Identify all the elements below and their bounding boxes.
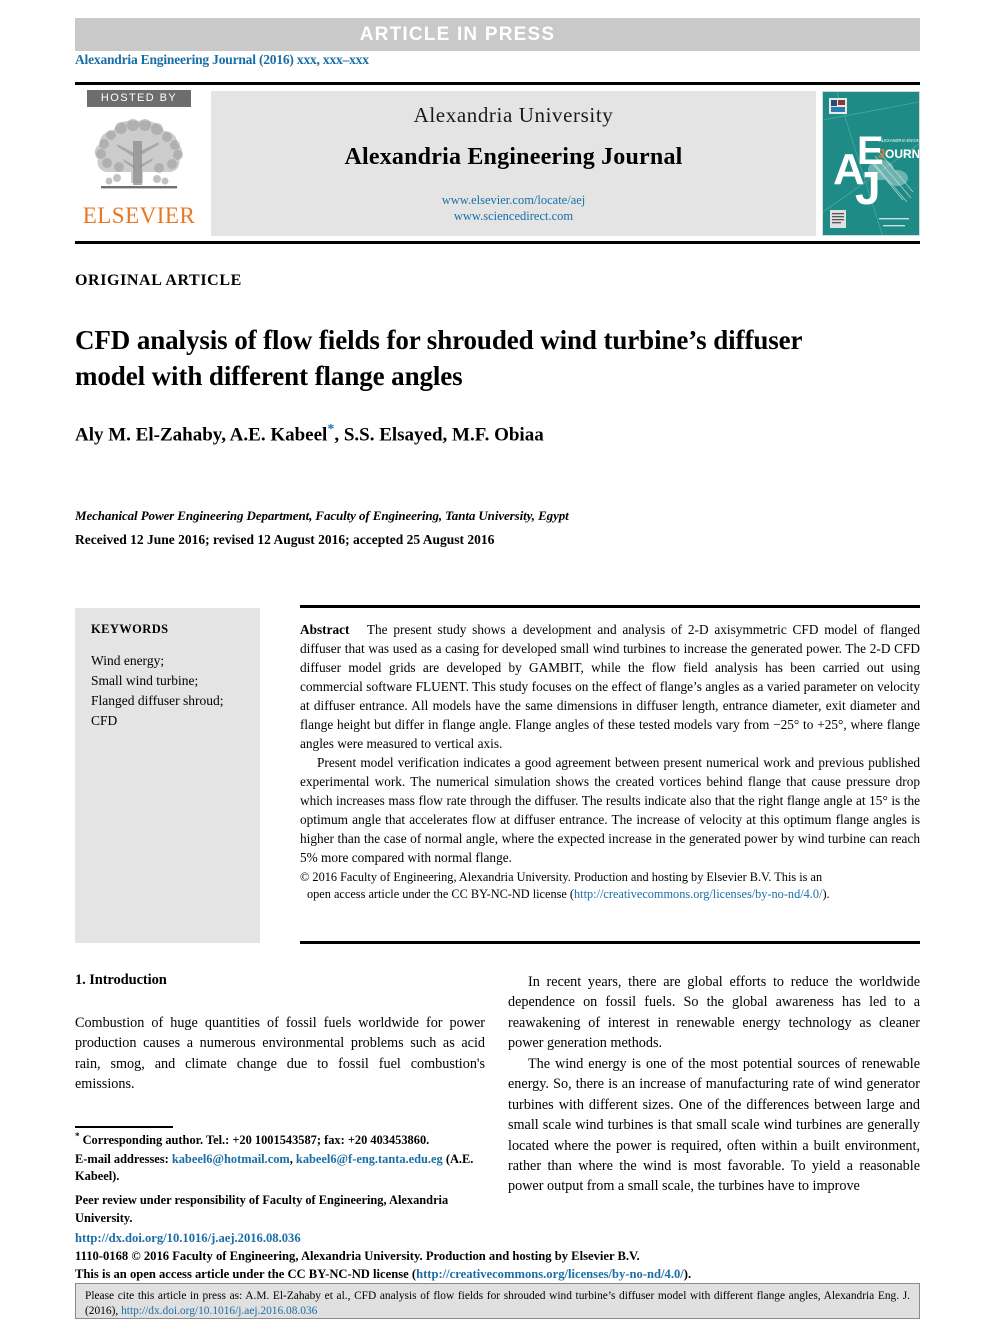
author-list: Aly M. El-Zahaby, A.E. Kabeel*, S.S. Els… bbox=[75, 422, 895, 446]
author-names-first: Aly M. El-Zahaby, A.E. Kabeel bbox=[75, 424, 328, 446]
cc-license-link[interactable]: http://creativecommons.org/licenses/by-n… bbox=[574, 887, 822, 901]
article-type-label: ORIGINAL ARTICLE bbox=[75, 272, 242, 289]
journal-masthead: HOSTED BY ELSEVIER Alexandria University… bbox=[75, 88, 920, 240]
article-in-press-banner: ARTICLE IN PRESS bbox=[75, 18, 920, 51]
masthead-bottom-rule bbox=[75, 241, 920, 244]
abstract-paragraph-1-text: The present study shows a development an… bbox=[300, 622, 920, 751]
intro-paragraph-right-2: The wind energy is one of the most poten… bbox=[508, 1055, 920, 1195]
abstract-copyright: © 2016 Faculty of Engineering, Alexandri… bbox=[300, 869, 920, 903]
elsevier-locate-link[interactable]: www.elsevier.com/locate/aej bbox=[442, 193, 586, 209]
email-link-secondary[interactable]: kabeel6@f-eng.tanta.edu.eg bbox=[296, 1152, 443, 1166]
email-addresses-label: E-mail addresses: bbox=[75, 1151, 169, 1166]
abstract-license-post: ). bbox=[822, 886, 830, 901]
footnote-emails: E-mail addresses: kabeel6@hotmail.com, k… bbox=[75, 1151, 487, 1186]
footnote-corresponding-author: * Corresponding author. Tel.: +20 100154… bbox=[75, 1130, 487, 1150]
issn-license-pre: This is an open access article under the… bbox=[75, 1266, 417, 1281]
issn-copyright-block: 1110-0168 © 2016 Faculty of Engineering,… bbox=[75, 1248, 875, 1284]
elsevier-wordmark: ELSEVIER bbox=[82, 203, 196, 228]
intro-paragraph-right-1: In recent years, there are global effort… bbox=[508, 974, 920, 1052]
abstract-top-rule bbox=[300, 605, 920, 608]
journal-links: www.elsevier.com/locate/aej www.scienced… bbox=[442, 193, 586, 224]
abstract-paragraph-2: Present model verification indicates a g… bbox=[300, 755, 920, 865]
author-names-rest: , S.S. Elsayed, M.F. Obiaa bbox=[334, 424, 544, 446]
abstract-bottom-rule bbox=[300, 941, 920, 944]
abstract-license-pre: open access article under the CC BY-NC-N… bbox=[307, 886, 575, 901]
hosted-by-label: HOSTED BY bbox=[87, 90, 191, 107]
journal-title-panel: Alexandria University Alexandria Enginee… bbox=[211, 91, 816, 236]
university-name: Alexandria University bbox=[413, 102, 614, 127]
elsevier-tree-icon bbox=[87, 111, 191, 202]
issn-license-line: This is an open access article under the… bbox=[75, 1266, 875, 1284]
intro-paragraph-left-1: Combustion of huge quantities of fossil … bbox=[75, 1015, 485, 1093]
abstract-paragraph-1: Abstract The present study shows a devel… bbox=[300, 620, 920, 753]
citation-doi-link[interactable]: http://dx.doi.org/10.1016/j.aej.2016.08.… bbox=[121, 1305, 317, 1317]
journal-cover-thumbnail: A E J ALEXANDRIA ENGINEERING J OURNAL bbox=[822, 91, 920, 236]
submission-dates: Received 12 June 2016; revised 12 August… bbox=[75, 532, 495, 547]
section-heading-introduction: 1. Introduction bbox=[75, 972, 167, 988]
body-column-right: In recent years, there are global effort… bbox=[508, 972, 920, 1197]
email-link-primary[interactable]: kabeel6@hotmail.com bbox=[172, 1152, 290, 1166]
footnote-asterisk: * bbox=[75, 1131, 80, 1141]
keywords-panel: KEYWORDS Wind energy; Small wind turbine… bbox=[75, 608, 260, 943]
abstract-copyright-line-1: © 2016 Faculty of Engineering, Alexandri… bbox=[300, 870, 823, 884]
keywords-heading: KEYWORDS bbox=[91, 622, 169, 636]
doi-link[interactable]: http://dx.doi.org/10.1016/j.aej.2016.08.… bbox=[75, 1231, 301, 1246]
keywords-list: Wind energy; Small wind turbine; Flanged… bbox=[91, 653, 224, 728]
footnote-peer-review: Peer review under responsibility of Facu… bbox=[75, 1192, 449, 1225]
journal-title: Alexandria Engineering Journal bbox=[344, 143, 683, 170]
svg-text:J: J bbox=[855, 162, 881, 214]
body-column-left: 1. Introduction Combustion of huge quant… bbox=[75, 972, 485, 1095]
issn-copyright-line-1: 1110-0168 © 2016 Faculty of Engineering,… bbox=[75, 1249, 640, 1263]
elsevier-logo-block: HOSTED BY ELSEVIER bbox=[75, 88, 203, 240]
article-in-press-label: ARTICLE IN PRESS bbox=[359, 23, 556, 45]
abstract-license-line: open access article under the CC BY-NC-N… bbox=[300, 886, 920, 903]
abstract-label: Abstract bbox=[300, 622, 350, 637]
journal-reference-line: Alexandria Engineering Journal (2016) xx… bbox=[75, 52, 369, 67]
masthead-top-rule bbox=[75, 82, 920, 85]
author-affiliation: Mechanical Power Engineering Department,… bbox=[75, 508, 569, 523]
svg-text:OURNAL: OURNAL bbox=[885, 147, 919, 161]
article-first-page: ARTICLE IN PRESS Alexandria Engineering … bbox=[0, 0, 992, 1323]
citation-notice-box: Please cite this article in press as: A.… bbox=[75, 1283, 920, 1319]
issn-cc-license-link[interactable]: http://creativecommons.org/licenses/by-n… bbox=[416, 1267, 684, 1281]
footnote-separator-rule bbox=[75, 1126, 173, 1128]
footnote-corresponding-text: Corresponding author. Tel.: +20 10015435… bbox=[82, 1133, 430, 1148]
footnote-block: * Corresponding author. Tel.: +20 100154… bbox=[75, 1130, 487, 1233]
abstract-section: Abstract The present study shows a devel… bbox=[300, 620, 920, 903]
issn-license-post: ). bbox=[683, 1266, 692, 1281]
svg-text:ALEXANDRIA ENGINEERING: ALEXANDRIA ENGINEERING bbox=[879, 138, 919, 143]
page-title: CFD analysis of flow fields for shrouded… bbox=[75, 325, 802, 391]
sciencedirect-link[interactable]: www.sciencedirect.com bbox=[442, 209, 586, 225]
